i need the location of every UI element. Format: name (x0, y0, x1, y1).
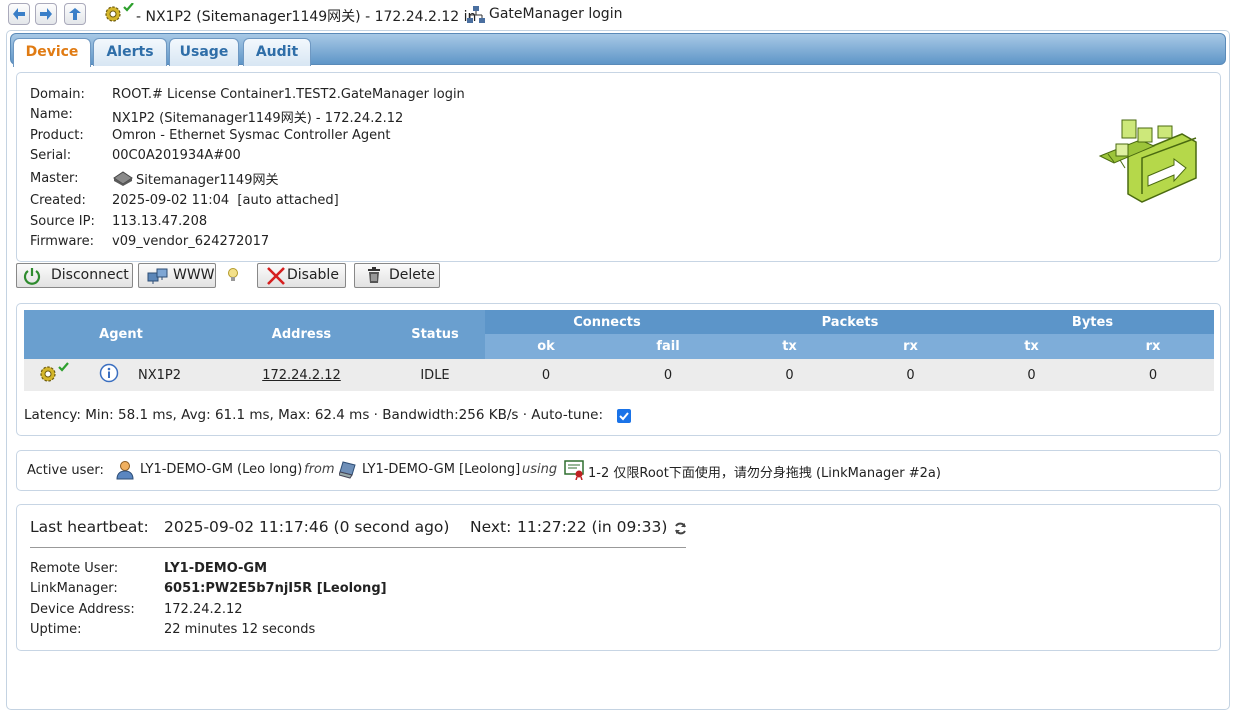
agent-gear-icon (105, 3, 134, 22)
forward-button[interactable] (35, 3, 57, 25)
product-value: Omron - Ethernet Sysmac Controller Agent (112, 128, 391, 143)
agent-address-link[interactable]: 172.24.2.12 (218, 359, 385, 391)
connects-fail-cell: 0 (607, 359, 729, 391)
tab-usage[interactable]: Usage (169, 38, 239, 66)
firmware-label: Firmware: (30, 234, 94, 249)
remote-user-value: LY1-DEMO-GM (164, 561, 268, 576)
device-address-label: Device Address: (30, 602, 135, 617)
connects-column-header: Connects (485, 310, 729, 334)
connects-fail-header: fail (607, 334, 729, 359)
product-label: Product: (30, 128, 84, 143)
tab-alerts[interactable]: Alerts (93, 38, 167, 66)
www-button[interactable]: WWW (138, 263, 216, 288)
agent-gear-icon (40, 362, 69, 382)
red-x-icon (267, 267, 285, 285)
latency-text: Latency: Min: 58.1 ms, Avg: 61.1 ms, Max… (24, 407, 604, 423)
address-column-header: Address (218, 310, 385, 359)
tab-device[interactable]: Device (13, 38, 91, 67)
source-ip-label: Source IP: (30, 214, 95, 229)
heartbeat-divider (30, 547, 686, 548)
uptime-label: Uptime: (30, 622, 82, 637)
serial-value: 00C0A201934A#00 (112, 148, 241, 163)
info-icon[interactable] (99, 363, 119, 383)
agent-product-icon (1098, 119, 1197, 203)
sitemanager-device-icon (113, 171, 133, 186)
firmware-value: v09_vendor_624272017 (112, 234, 270, 249)
tab-audit[interactable]: Audit (243, 38, 311, 66)
domain-label: Domain: (30, 87, 85, 102)
connects-ok-cell: 0 (485, 359, 607, 391)
power-icon (23, 268, 41, 285)
linkmanager-value: 6051:PW2E5b7njI5R [Leolong] (164, 581, 387, 596)
license-certificate-icon (564, 460, 584, 480)
heartbeat-label: Last heartbeat: (30, 518, 149, 536)
uptime-value: 22 minutes 12 seconds (164, 622, 316, 637)
next-label: Next: (470, 518, 512, 536)
status-column-header: Status (385, 310, 485, 359)
active-user-name: LY1-DEMO-GM (Leo long) (140, 462, 303, 477)
network-domain-icon (467, 6, 485, 23)
location-link[interactable]: GateManager login (489, 6, 622, 22)
bytes-rx-cell: 0 (1092, 359, 1214, 391)
packets-rx-header: rx (850, 334, 971, 359)
agents-table: Agent Address Status Connects Packets By… (24, 310, 1214, 391)
heartbeat-value: 2025-09-02 11:17:46 (0 second ago) (164, 518, 450, 536)
checkmark-icon (619, 412, 629, 421)
source-ip-value: 113.13.47.208 (112, 214, 208, 229)
packets-rx-cell: 0 (850, 359, 971, 391)
bytes-rx-header: rx (1092, 334, 1214, 359)
disconnect-button[interactable]: Disconnect (16, 263, 133, 288)
agent-name-cell: NX1P2 (134, 359, 218, 391)
up-button[interactable] (64, 3, 86, 25)
from-text: from (304, 462, 335, 477)
packets-column-header: Packets (729, 310, 971, 334)
master-link[interactable]: Sitemanager1149网关 (136, 169, 278, 188)
device-address-value: 172.24.2.12 (164, 602, 243, 617)
name-label: Name: (30, 107, 73, 122)
disable-button[interactable]: Disable (257, 263, 346, 288)
bytes-column-header: Bytes (971, 310, 1214, 334)
user-icon (116, 461, 134, 480)
delete-button[interactable]: Delete (354, 263, 440, 288)
page-title: - NX1P2 (Sitemanager1149网关) - 172.24.2.1… (136, 9, 477, 25)
navigation-bar: - NX1P2 (Sitemanager1149网关) - 172.24.2.1… (0, 0, 1233, 30)
next-value: 11:27:22 (in 09:33) (517, 518, 668, 536)
remote-user-label: Remote User: (30, 561, 119, 576)
linkmanager-label: LinkManager: (30, 581, 118, 596)
serial-label: Serial: (30, 148, 72, 163)
created-label: Created: (30, 193, 86, 208)
agent-column-header: Agent (24, 310, 218, 359)
name-value: NX1P2 (Sitemanager1149网关) - 172.24.2.12 (112, 111, 404, 126)
license-text: 1-2 仅限Root下面使用，请勿分身拖拽 (LinkManager #2a) (588, 466, 941, 481)
arrow-up-icon (69, 8, 81, 20)
using-text: using (522, 462, 558, 477)
arrow-right-icon (40, 8, 52, 20)
agent-status-cell: IDLE (385, 359, 485, 391)
packets-tx-header: tx (729, 334, 850, 359)
bytes-tx-header: tx (971, 334, 1092, 359)
connects-ok-header: ok (485, 334, 607, 359)
domain-value: ROOT.# License Container1.TEST2.GateMana… (112, 87, 465, 102)
laptop-icon (339, 461, 356, 479)
network-screens-icon (147, 268, 168, 284)
bytes-tx-cell: 0 (971, 359, 1092, 391)
back-button[interactable] (8, 3, 30, 25)
arrow-left-icon (13, 8, 25, 20)
refresh-icon[interactable] (674, 522, 687, 535)
created-value: 2025-09-02 11:04 [auto attached] (112, 193, 339, 208)
tab-bar: Device Alerts Usage Audit (10, 33, 1226, 67)
trash-icon (368, 267, 380, 283)
packets-tx-cell: 0 (729, 359, 850, 391)
active-user-label: Active user: (27, 463, 104, 478)
lightbulb-icon[interactable] (227, 267, 239, 283)
autotune-checkbox[interactable] (617, 409, 631, 423)
active-user-device: LY1-DEMO-GM [Leolong] (362, 462, 521, 477)
master-label: Master: (30, 171, 79, 186)
table-row: NX1P2 172.24.2.12 IDLE 0 0 0 0 0 0 (24, 359, 1214, 391)
